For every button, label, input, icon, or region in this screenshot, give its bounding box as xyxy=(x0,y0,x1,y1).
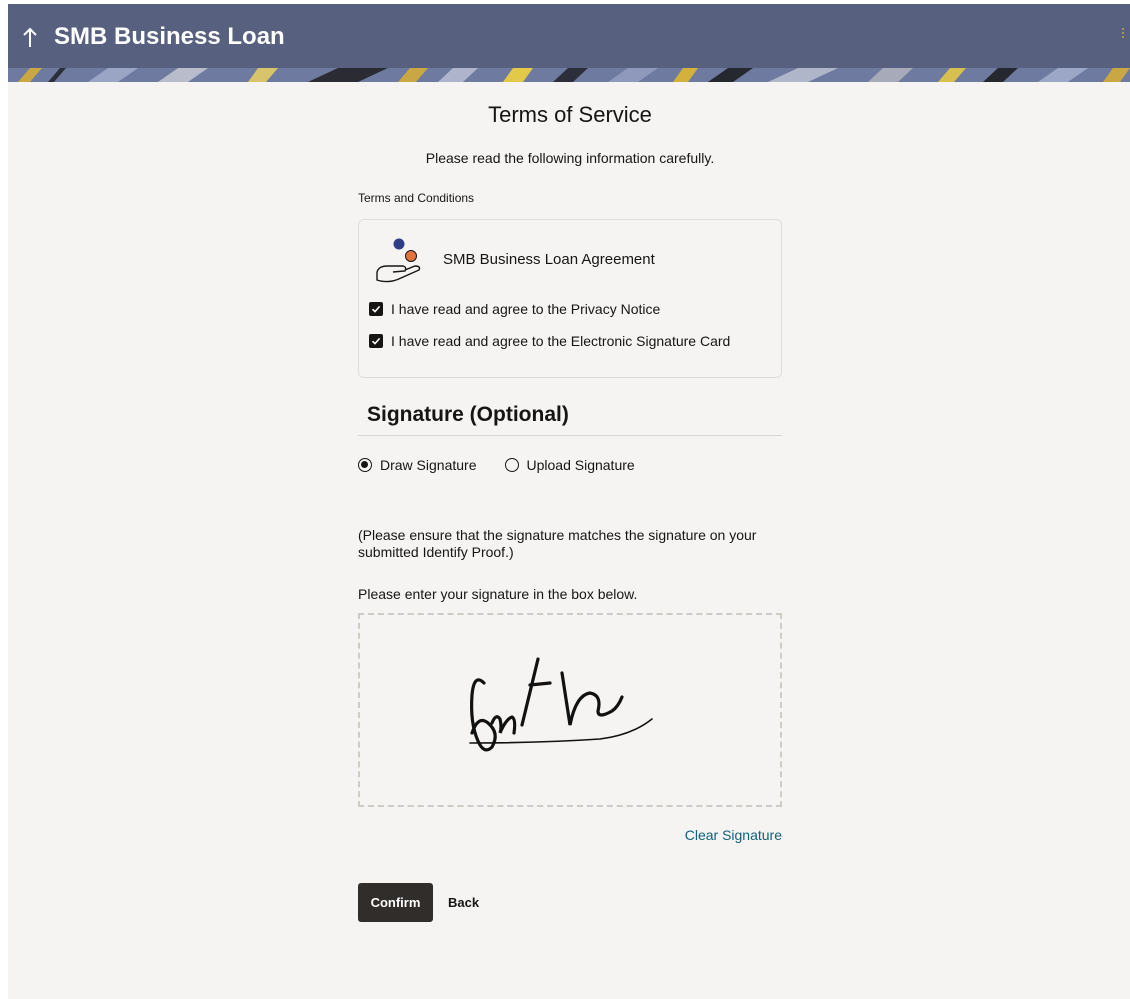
back-button[interactable]: Back xyxy=(448,895,479,910)
agreement-card: SMB Business Loan Agreement I have read … xyxy=(358,219,782,378)
signature-pad[interactable] xyxy=(358,613,782,807)
form-actions: Confirm Back xyxy=(358,883,782,922)
signature-enter-note: Please enter your signature in the box b… xyxy=(358,586,638,602)
draw-signature-label: Draw Signature xyxy=(380,457,477,473)
kebab-menu-icon[interactable] xyxy=(1120,26,1126,46)
back-arrow-icon[interactable] xyxy=(20,20,44,54)
terms-content: Terms of Service Please read the followi… xyxy=(358,100,782,922)
radio-unselected-icon[interactable] xyxy=(504,458,519,472)
radio-selected-icon[interactable] xyxy=(358,458,372,472)
signature-ensure-note: (Please ensure that the signature matche… xyxy=(358,527,757,560)
terms-title: Terms of Service xyxy=(488,102,652,127)
hand-coins-icon xyxy=(376,238,421,283)
clear-signature-link[interactable]: Clear Signature xyxy=(358,825,782,845)
agreement-row: SMB Business Loan Agreement xyxy=(369,230,771,290)
header-decorative-pattern xyxy=(8,68,1130,82)
terms-subtitle: Please read the following information ca… xyxy=(425,150,715,166)
signature-heading: Signature (Optional) xyxy=(358,400,782,436)
confirm-button[interactable]: Confirm xyxy=(358,883,433,922)
checkbox-checked-icon[interactable] xyxy=(369,302,383,316)
agreement-title: SMB Business Loan Agreement xyxy=(443,251,655,268)
page-title: SMB Business Loan xyxy=(54,23,285,50)
upload-signature-option[interactable]: Upload Signature xyxy=(504,455,635,475)
privacy-notice-label: I have read and agree to the Privacy Not… xyxy=(391,301,661,317)
checkbox-checked-icon[interactable] xyxy=(369,334,383,348)
signature-mode-radio-group: Draw Signature Upload Signature xyxy=(358,453,782,477)
privacy-notice-checkbox[interactable]: I have read and agree to the Privacy Not… xyxy=(369,296,771,322)
page-frame: SMB Business Loan Terms of Service Pleas… xyxy=(8,4,1130,999)
signature-card-checkbox[interactable]: I have read and agree to the Electronic … xyxy=(369,328,771,354)
signature-card-label: I have read and agree to the Electronic … xyxy=(391,333,731,349)
page-header: SMB Business Loan xyxy=(8,4,1130,82)
draw-signature-option[interactable]: Draw Signature xyxy=(358,455,477,475)
upload-signature-label: Upload Signature xyxy=(526,457,635,473)
signature-drawing xyxy=(469,657,653,752)
terms-section-label: Terms and Conditions xyxy=(358,191,475,205)
